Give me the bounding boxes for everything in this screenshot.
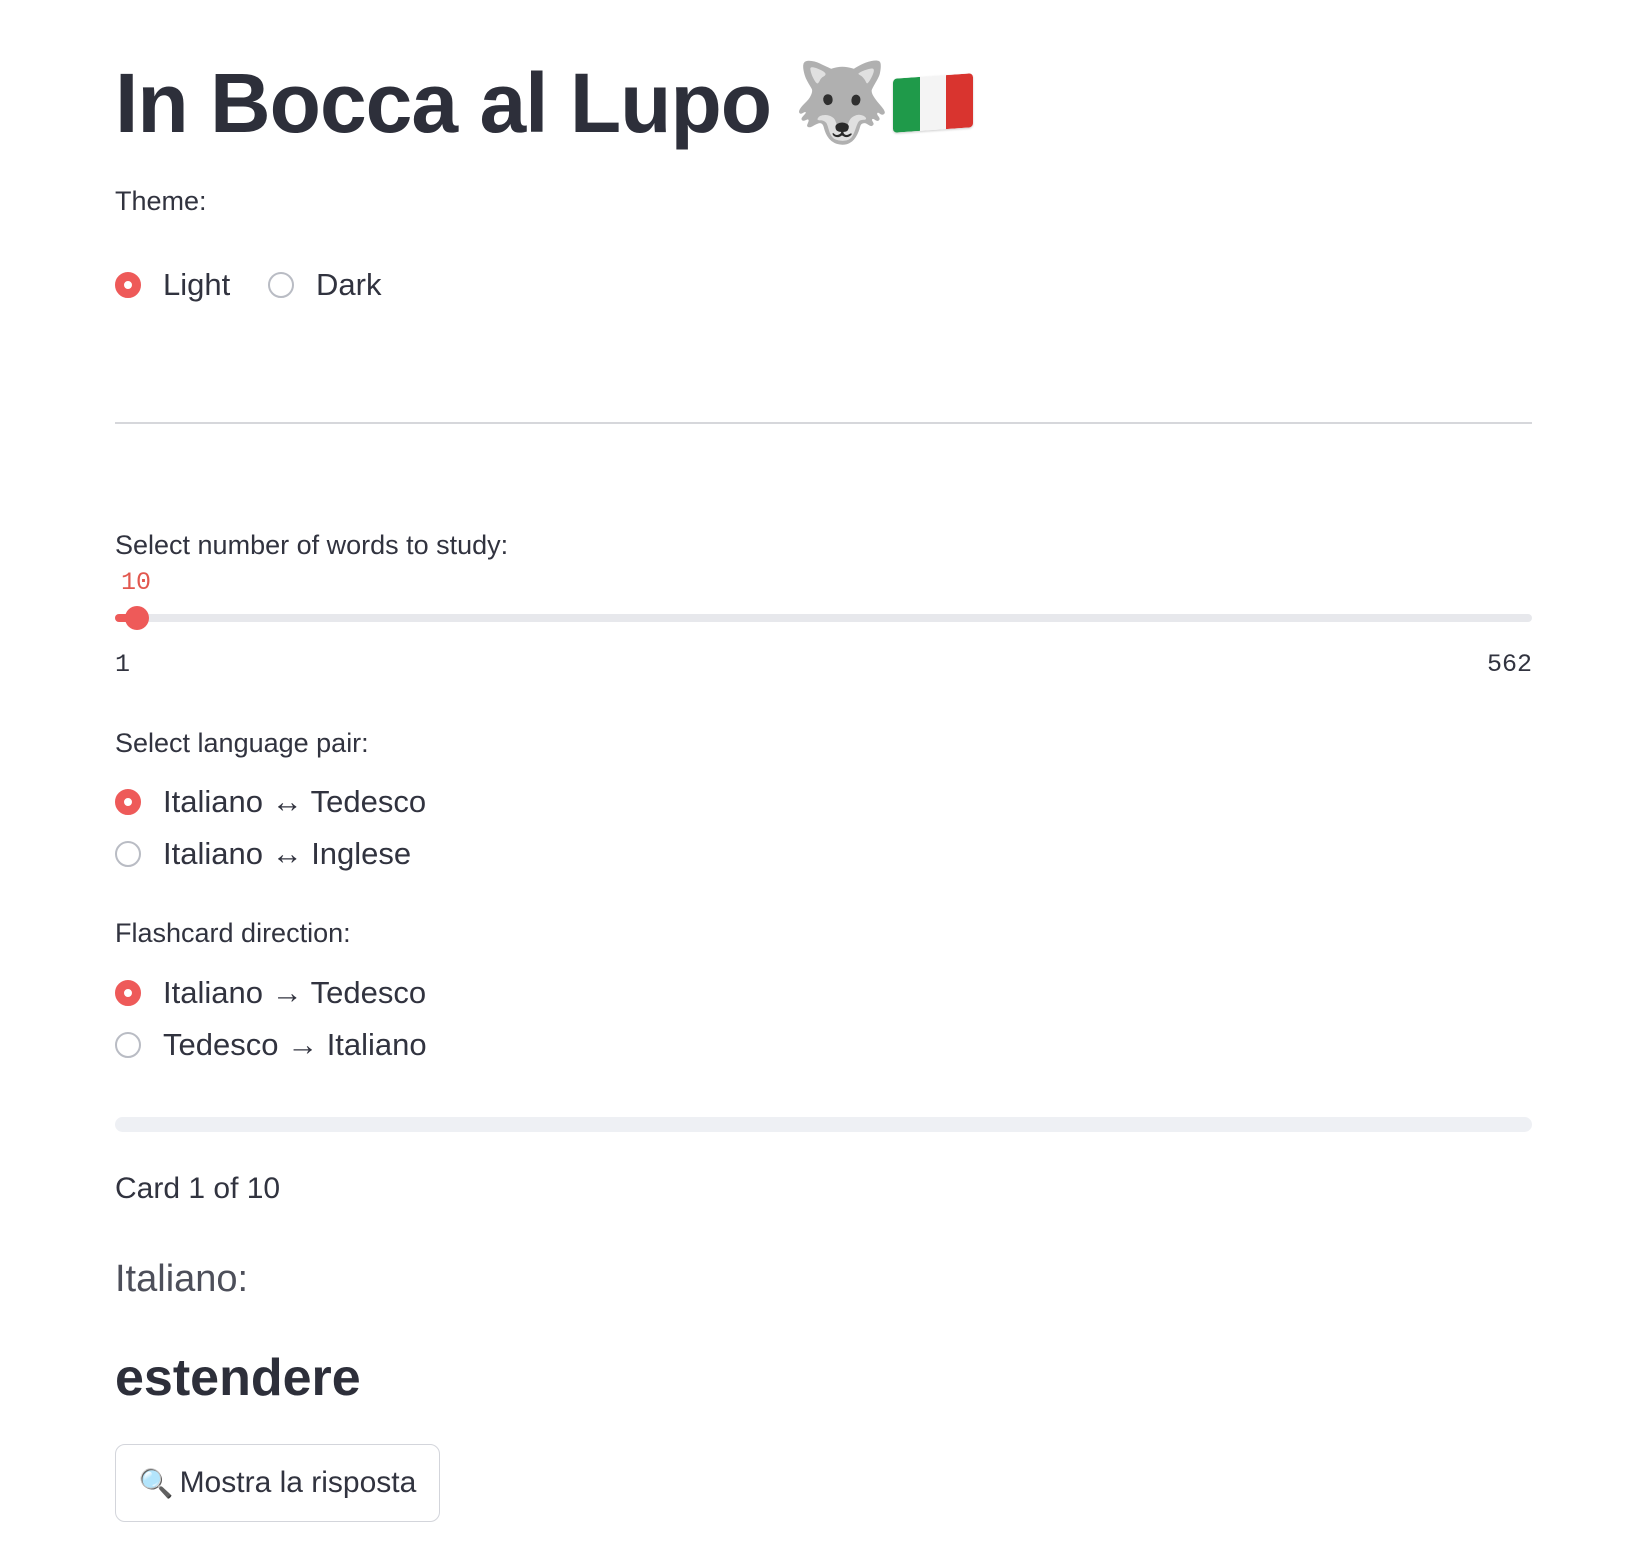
slider-value: 10	[121, 568, 152, 597]
show-answer-button-label: Mostra la risposta	[179, 1466, 417, 1499]
direction-label: Flashcard direction:	[115, 918, 351, 948]
radio-dark[interactable]	[268, 272, 294, 298]
language-pair-option-inglese[interactable]: Italiano ↔ Inglese	[115, 836, 411, 872]
italian-flag-icon	[893, 73, 974, 133]
slider-min-label: 1	[115, 650, 131, 679]
slider-track[interactable]	[115, 614, 1532, 622]
radio-light-selected[interactable]	[115, 272, 141, 298]
card-side-label: Italiano:	[115, 1258, 249, 1300]
word-count-label: Select number of words to study:	[115, 530, 509, 560]
language-pair-option-label: Italiano ↔ Inglese	[163, 836, 412, 871]
language-pair-option-label: Italiano ↔ Tedesco	[163, 784, 427, 819]
slider-max-label: 562	[1486, 650, 1532, 679]
page-title-text: In Bocca al Lupo	[115, 55, 772, 150]
direction-option-label: Italiano → Tedesco	[163, 975, 427, 1010]
radio-inglese[interactable]	[115, 841, 141, 867]
flashcard-word: estendere	[115, 1349, 361, 1407]
divider	[115, 422, 1532, 424]
radio-tedesco-selected[interactable]	[115, 789, 141, 815]
theme-option-dark[interactable]: Dark	[268, 267, 381, 303]
card-counter: Card 1 of 10	[115, 1172, 281, 1205]
app-page: In Bocca al Lupo 🐺 Theme: Light Dark Sel…	[0, 0, 1634, 1556]
direction-option-de-it[interactable]: Tedesco → Italiano	[115, 1027, 427, 1063]
radio-de-it[interactable]	[115, 1032, 141, 1058]
theme-label: Theme:	[115, 186, 207, 216]
theme-option-light-label: Light	[163, 267, 231, 302]
wolf-icon: 🐺	[793, 58, 890, 146]
progress-bar	[115, 1117, 1532, 1132]
page-title: In Bocca al Lupo 🐺	[115, 48, 974, 158]
theme-option-light[interactable]: Light	[115, 267, 230, 303]
direction-option-label: Tedesco → Italiano	[163, 1027, 427, 1062]
slider-thumb[interactable]	[125, 606, 149, 630]
radio-it-de-selected[interactable]	[115, 980, 141, 1006]
theme-option-dark-label: Dark	[316, 267, 382, 302]
language-pair-label: Select language pair:	[115, 728, 369, 758]
direction-option-it-de[interactable]: Italiano → Tedesco	[115, 975, 426, 1011]
language-pair-option-tedesco[interactable]: Italiano ↔ Tedesco	[115, 784, 426, 820]
show-answer-button[interactable]: 🔍 Mostra la risposta	[115, 1444, 440, 1522]
magnifier-icon: 🔍	[138, 1467, 174, 1499]
